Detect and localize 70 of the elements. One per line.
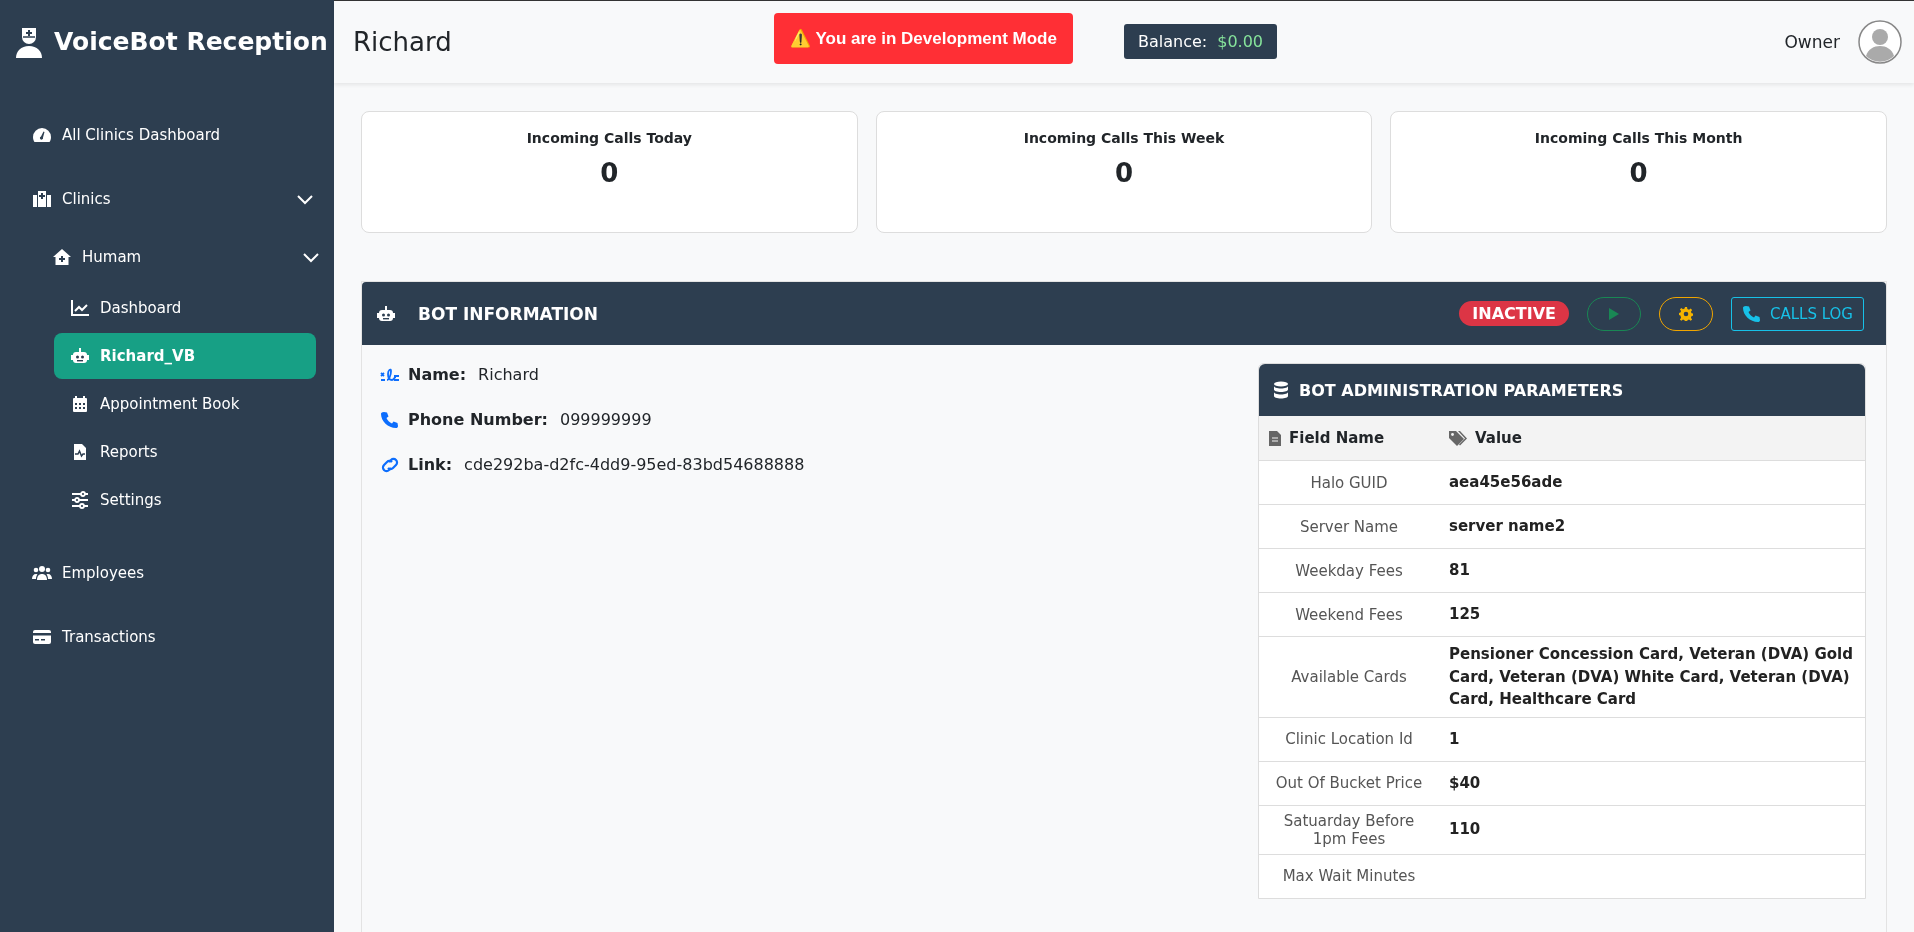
panel-title: BOT INFORMATION	[418, 303, 599, 324]
user-name[interactable]: Owner	[1784, 32, 1840, 52]
table-cell: Weekend Fees	[1259, 592, 1439, 637]
tags-icon	[1449, 430, 1467, 446]
sidebar-item[interactable]: Dashboard	[54, 285, 316, 331]
house-icon	[52, 248, 72, 266]
gauge-icon	[32, 126, 52, 144]
field-label: Link:	[408, 455, 453, 474]
field-value: Richard	[478, 365, 539, 384]
table-cell: Weekday Fees	[1259, 548, 1439, 593]
link-icon	[380, 455, 400, 474]
credit-card-icon	[32, 628, 52, 646]
column-header: Value	[1475, 429, 1522, 447]
table-cell: Satuarday Before 1pm Fees	[1259, 805, 1439, 854]
field-label: Name:	[408, 365, 467, 384]
sidebar-item[interactable]: Employees	[32, 541, 314, 605]
table-cell: Pensioner Concession Card, Veteran (DVA) Gold Card, Veteran (DVA) White Card, Veteran (DVA) Card, Healthcare Card	[1439, 636, 1865, 717]
field-label: Phone Number:	[408, 410, 548, 429]
column-header: Field Name	[1289, 429, 1385, 447]
card-title: BOT ADMINISTRATION PARAMETERS	[1299, 380, 1624, 400]
dev-mode-banner: ⚠ You are in Development Mode	[774, 13, 1073, 64]
sidebar-item[interactable]: All Clinics Dashboard	[32, 103, 314, 167]
table-cell: 125	[1439, 592, 1865, 637]
table-cell: Server Name	[1259, 504, 1439, 549]
table-cell: Halo GUID	[1259, 460, 1439, 505]
table-cell: Available Cards	[1259, 636, 1439, 717]
stat-label: Incoming Calls This Week	[1023, 130, 1225, 146]
stat-value: 0	[1114, 158, 1134, 188]
calendar-icon	[70, 395, 90, 413]
table-cell: 1	[1439, 717, 1865, 761]
table-cell: 81	[1439, 548, 1865, 593]
database-icon	[1273, 381, 1289, 399]
hospital-icon	[32, 190, 52, 208]
sliders-icon	[70, 491, 90, 509]
table-cell: server name2	[1439, 504, 1865, 549]
users-icon	[32, 564, 52, 582]
sidebar-item[interactable]: Settings	[54, 477, 316, 523]
stat-value: 0	[1629, 158, 1648, 188]
calls-log-button[interactable]: CALLS LOG	[1731, 296, 1864, 331]
play-icon	[1608, 306, 1620, 321]
stat-label: Incoming Calls This Month	[1534, 130, 1743, 146]
chart-icon	[70, 299, 90, 317]
nurse-icon	[16, 25, 42, 58]
table-cell: 110	[1439, 805, 1865, 854]
robot-icon	[376, 304, 396, 323]
sidebar-item[interactable]: Appointment Book	[54, 381, 316, 427]
app-title: VoiceBot Reception	[54, 27, 328, 56]
table-cell: Out Of Bucket Price	[1259, 761, 1439, 805]
sidebar-item[interactable]: Humam	[52, 231, 320, 283]
sidebar-item[interactable]: Transactions	[32, 605, 314, 669]
phone-icon	[1742, 304, 1762, 323]
table-cell: Clinic Location Id	[1259, 717, 1439, 761]
status-badge: INACTIVE	[1459, 301, 1569, 326]
avatar-icon[interactable]	[1858, 20, 1902, 64]
table-cell: $40	[1439, 761, 1865, 805]
stat-label: Incoming Calls Today	[526, 130, 692, 146]
sidebar-item[interactable]: Reports	[54, 429, 316, 475]
settings-icon	[1679, 306, 1693, 321]
sidebar-item[interactable]: Clinics	[32, 167, 314, 231]
table-cell: Max Wait Minutes	[1259, 854, 1439, 898]
robot-icon	[70, 347, 90, 365]
field-value: 099999999	[559, 410, 652, 429]
balance-label: Balance:	[1138, 32, 1208, 51]
balance-value: $0.00	[1217, 32, 1263, 51]
document-icon	[1269, 430, 1281, 446]
field-value: cde292ba-d2fc-4dd9-95ed-83bd54688888	[464, 455, 805, 474]
table-cell: aea45e56ade	[1439, 460, 1865, 505]
stat-value: 0	[600, 158, 619, 188]
page-title: Richard	[353, 27, 452, 57]
phone-icon	[380, 410, 400, 429]
